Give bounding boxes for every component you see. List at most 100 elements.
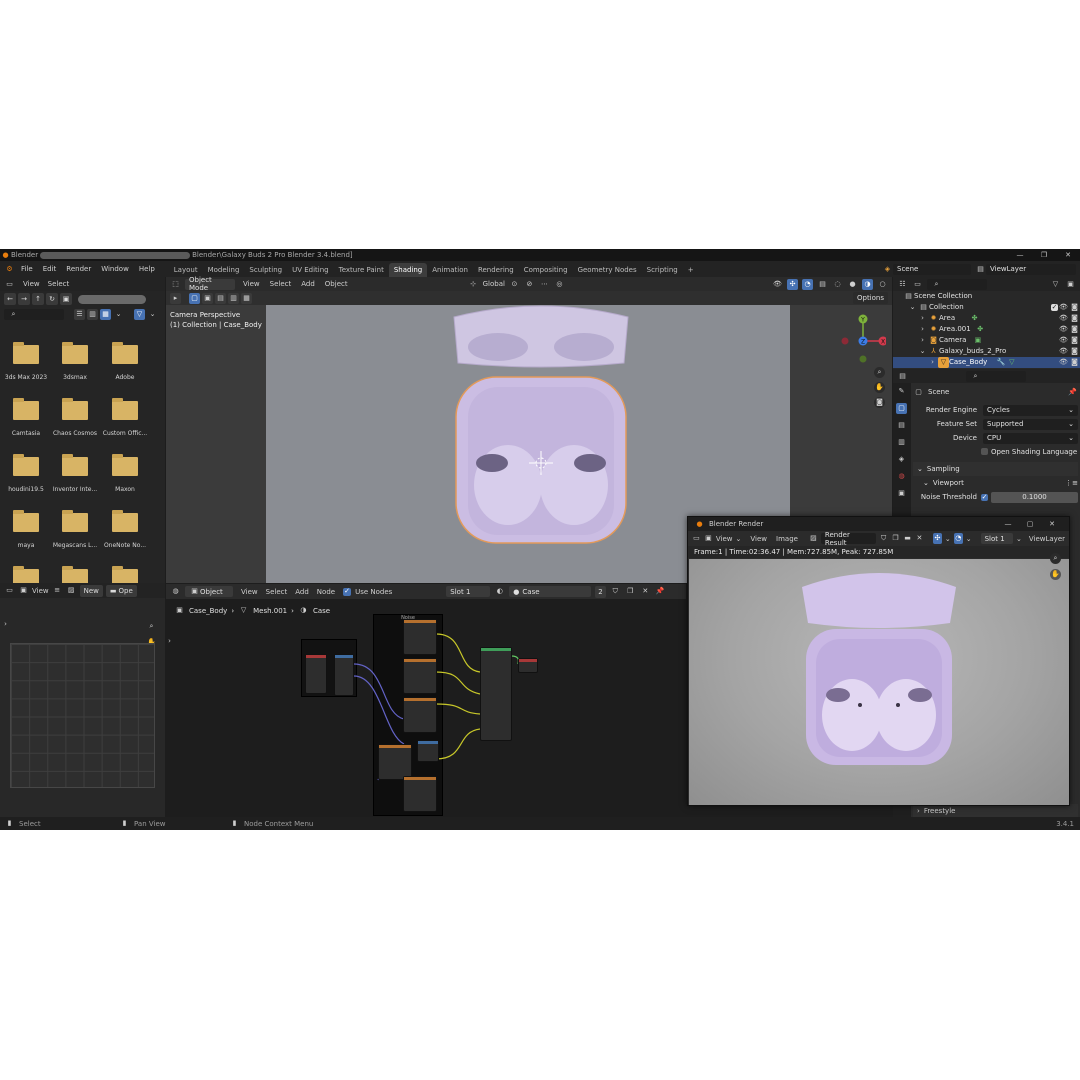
eye-icon[interactable]: 👁 bbox=[1058, 324, 1069, 335]
maximize-button[interactable]: ▢ bbox=[1019, 519, 1041, 530]
proportional-edit-icon[interactable]: ◎ bbox=[554, 279, 565, 290]
close-window-button[interactable]: ✕ bbox=[1056, 250, 1080, 261]
thumbnails-icon[interactable]: ▦ bbox=[100, 308, 111, 320]
render-result-field[interactable]: Render Result bbox=[820, 531, 877, 547]
snap-target-icon[interactable]: ⋯ bbox=[539, 279, 550, 290]
tab-layout[interactable]: Layout bbox=[169, 263, 203, 277]
open-image-icon[interactable]: ▬ bbox=[903, 533, 912, 544]
overlay-toggle-icon[interactable]: ◔ bbox=[953, 533, 963, 544]
noise-threshold-checkbox[interactable]: ✓ bbox=[981, 493, 988, 501]
blender-menu-icon[interactable]: ⚙ bbox=[4, 264, 15, 275]
rw-menu-view[interactable]: View bbox=[750, 535, 767, 543]
visibility-icon[interactable]: 👁 bbox=[772, 279, 783, 290]
texture-coordinate-node[interactable] bbox=[305, 654, 327, 694]
maximize-button[interactable]: ❐ bbox=[1032, 250, 1056, 261]
folder-item[interactable]: Camtasia bbox=[3, 398, 49, 437]
eye-icon[interactable]: 👁 bbox=[1058, 346, 1069, 357]
eye-icon[interactable]: 👁 bbox=[1058, 335, 1069, 346]
expand-arrow-icon[interactable]: › bbox=[917, 807, 920, 815]
vp-menu-object[interactable]: Object bbox=[325, 280, 348, 288]
viewport-subpanel-header[interactable]: Viewport bbox=[933, 479, 964, 487]
tab-texture-paint[interactable]: Texture Paint bbox=[334, 263, 389, 277]
camera-render-icon[interactable]: ◙ bbox=[1069, 335, 1080, 346]
tool-tab-icon[interactable]: ✎ bbox=[896, 386, 907, 397]
list-horizontal-icon[interactable]: ▥ bbox=[87, 308, 98, 320]
render-tab-icon[interactable]: ▢ bbox=[896, 403, 907, 414]
checkbox-icon[interactable]: ✓ bbox=[1051, 304, 1058, 311]
outliner-row[interactable]: ▤ Scene Collection bbox=[903, 291, 1080, 302]
minimize-button[interactable]: — bbox=[1008, 250, 1032, 261]
editor-type-icon[interactable]: ▭ bbox=[4, 279, 15, 290]
eye-icon[interactable]: 👁 bbox=[1058, 302, 1069, 313]
new-image-button[interactable]: New bbox=[79, 584, 103, 597]
rw-menu-image[interactable]: Image bbox=[776, 535, 798, 543]
overlay-toggle-icon[interactable]: ◔ bbox=[802, 278, 813, 290]
filter-dropdown-icon[interactable]: ⌄ bbox=[147, 309, 158, 320]
principled-bsdf-node[interactable] bbox=[480, 647, 512, 741]
fb-menu-view[interactable]: View bbox=[23, 280, 40, 288]
freestyle-panel-header[interactable]: Freestyle bbox=[924, 807, 956, 815]
outliner-row[interactable]: › ✹ Area ✤ 👁 ◙ bbox=[903, 313, 1080, 324]
filter-icon[interactable]: ▽ bbox=[1050, 279, 1061, 290]
drag-handle-icon[interactable]: ⋮≡ bbox=[1065, 479, 1078, 487]
eye-icon[interactable]: 👁 bbox=[1058, 313, 1069, 324]
select-box-icon[interactable]: ▢ bbox=[189, 292, 200, 304]
viewport-zoom-icon[interactable]: ⌕ bbox=[874, 367, 885, 378]
image-texture-node-5[interactable] bbox=[403, 776, 437, 812]
display-mode-icon[interactable]: ▭ bbox=[912, 279, 923, 290]
menu-hamburger-icon[interactable]: ≡ bbox=[52, 585, 63, 596]
menu-edit[interactable]: Edit bbox=[43, 265, 57, 273]
render-slot-selector[interactable]: Slot 1 bbox=[980, 533, 1013, 544]
xray-icon[interactable]: ▤ bbox=[817, 279, 828, 290]
camera-render-icon[interactable]: ◙ bbox=[1069, 346, 1080, 357]
forward-icon[interactable]: → bbox=[18, 293, 30, 305]
camera-render-icon[interactable]: ◙ bbox=[1069, 313, 1080, 324]
scene-selector[interactable]: Scene bbox=[893, 263, 971, 275]
folder-item[interactable]: Inventor Inte... bbox=[52, 454, 98, 493]
folder-item[interactable]: OneNote No... bbox=[102, 510, 148, 549]
folder-item[interactable]: Megascans L... bbox=[52, 510, 98, 549]
shading-material-icon[interactable]: ◑ bbox=[862, 278, 873, 290]
noise-threshold-field[interactable]: 0.1000 bbox=[991, 491, 1078, 503]
select-intersect-icon[interactable]: ▦ bbox=[241, 292, 252, 304]
parent-dir-icon[interactable]: ↑ bbox=[32, 293, 44, 305]
folder-item[interactable]: Chaos Cosmos bbox=[52, 398, 98, 437]
collection-tab-icon[interactable]: ▣ bbox=[896, 488, 907, 499]
vp-menu-add[interactable]: Add bbox=[301, 280, 315, 288]
select-subtract-icon[interactable]: ▤ bbox=[215, 292, 226, 304]
folder-item[interactable]: maya bbox=[3, 510, 49, 549]
camera-view-icon[interactable]: ◙ bbox=[874, 397, 885, 408]
fb-menu-select[interactable]: Select bbox=[48, 280, 70, 288]
shading-wireframe-icon[interactable]: ◌ bbox=[832, 279, 843, 290]
outliner-row[interactable]: ⌄ ▤ Collection ✓ 👁 ◙ bbox=[903, 302, 1080, 313]
eye-icon[interactable]: 👁 bbox=[1058, 357, 1069, 368]
snap-icon[interactable]: ⊘ bbox=[524, 279, 535, 290]
collapse-arrow-icon[interactable]: › bbox=[0, 619, 11, 630]
editor-type-icon[interactable]: ▭ bbox=[4, 585, 15, 596]
world-tab-icon[interactable]: ◍ bbox=[896, 471, 907, 482]
menu-render[interactable]: Render bbox=[66, 265, 91, 273]
shader-node-editor[interactable]: ◍ ▣ Object View Select Add Node ✓ Use Nod… bbox=[166, 584, 686, 817]
osl-checkbox[interactable] bbox=[981, 448, 988, 455]
tab-geometry-nodes[interactable]: Geometry Nodes bbox=[573, 263, 642, 277]
sampling-panel-header[interactable]: Sampling bbox=[927, 465, 960, 473]
camera-render-icon[interactable]: ◙ bbox=[1069, 302, 1080, 313]
tab-shading[interactable]: Shading bbox=[388, 263, 428, 277]
menu-file[interactable]: File bbox=[21, 265, 33, 273]
filter-icon[interactable]: ▽ bbox=[134, 308, 145, 320]
device-dropdown[interactable]: CPU ⌄ bbox=[983, 432, 1078, 444]
display-dropdown-icon[interactable]: ⌄ bbox=[113, 309, 124, 320]
gizmo-toggle-icon[interactable]: ✣ bbox=[787, 278, 798, 290]
image-browse-icon[interactable]: ▨ bbox=[66, 585, 77, 596]
gizmo-toggle-icon[interactable]: ✣ bbox=[932, 533, 942, 544]
image-mode-icon[interactable]: ▣ bbox=[704, 533, 713, 544]
mapping-node[interactable] bbox=[334, 654, 354, 696]
image-browse-icon[interactable]: ▨ bbox=[809, 533, 818, 544]
back-icon[interactable]: ← bbox=[4, 293, 16, 305]
tab-sculpting[interactable]: Sculpting bbox=[244, 263, 287, 277]
pivot-icon[interactable]: ⊙ bbox=[509, 279, 520, 290]
zoom-icon[interactable]: ⌕ bbox=[146, 621, 157, 632]
select-invert-icon[interactable]: ▥ bbox=[228, 292, 239, 304]
shading-solid-icon[interactable]: ● bbox=[847, 279, 858, 290]
ie-menu-view[interactable]: View bbox=[32, 587, 49, 595]
